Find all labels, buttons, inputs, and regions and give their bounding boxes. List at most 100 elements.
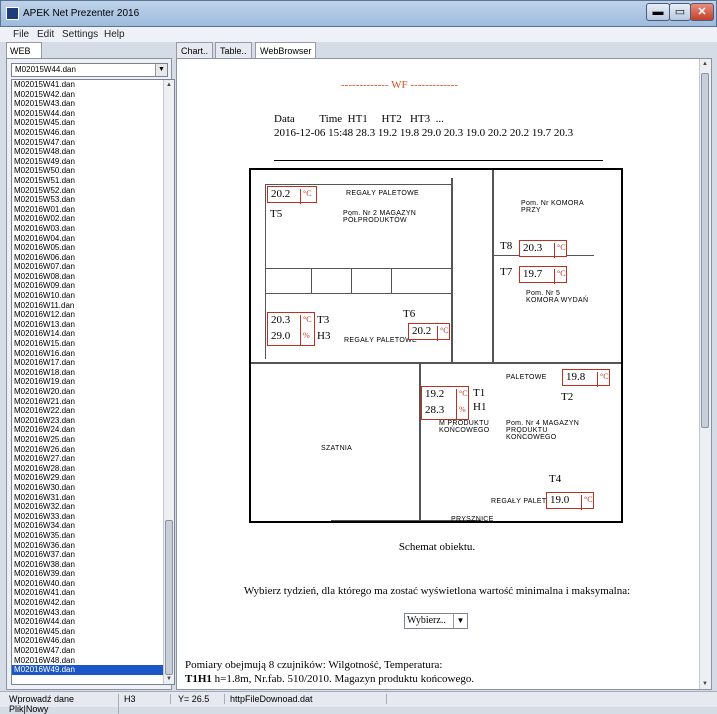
file-list-item[interactable]: M02016W24.dan <box>12 425 174 435</box>
label-t5: T5 <box>270 208 283 220</box>
file-list-item[interactable]: M02016W41.dan <box>12 588 174 598</box>
file-list-item[interactable]: M02016W46.dan <box>12 636 174 646</box>
file-list-item[interactable]: M02015W51.dan <box>12 176 174 186</box>
file-list[interactable]: M02015W41.dan M02015W42.dan M02015W43.dan M… <box>11 79 175 685</box>
menu-file[interactable]: File <box>13 29 29 40</box>
chevron-down-icon[interactable]: ▼ <box>453 614 467 628</box>
file-list-item[interactable]: M02016W05.dan <box>12 243 174 253</box>
data-values: 2016-12-06 15:48 28.3 19.2 19.8 29.0 20.… <box>274 127 574 139</box>
scroll-down-icon[interactable]: ▼ <box>700 679 710 689</box>
browser-scrollbar[interactable]: ▲ ▼ <box>699 59 711 689</box>
file-list-item[interactable]: M02016W23.dan <box>12 416 174 426</box>
file-list-item[interactable]: M02015W53.dan <box>12 195 174 205</box>
file-list-item[interactable]: M02015W44.dan <box>12 109 174 119</box>
file-list-item[interactable]: M02016W17.dan <box>12 358 174 368</box>
wall <box>351 268 352 293</box>
file-list-item[interactable]: M02016W35.dan <box>12 531 174 541</box>
file-list-item[interactable]: M02016W09.dan <box>12 281 174 291</box>
file-list-item[interactable]: M02016W29.dan <box>12 473 174 483</box>
sensor-t8: 20.3 °C <box>519 240 567 258</box>
week-select[interactable]: Wybierz.. ▼ <box>404 613 468 629</box>
file-list-item[interactable]: M02015W41.dan <box>12 80 174 90</box>
file-list-item[interactable]: M02016W45.dan <box>12 627 174 637</box>
file-list-item[interactable]: M02016W27.dan <box>12 454 174 464</box>
maximize-button[interactable]: ▭ <box>669 3 691 21</box>
file-list-item[interactable]: M02016W20.dan <box>12 387 174 397</box>
file-list-item[interactable]: M02016W18.dan <box>12 368 174 378</box>
status-file: httpFileDownoad.dat <box>227 694 387 704</box>
file-list-item[interactable]: M02016W32.dan <box>12 502 174 512</box>
unit-c: °C <box>300 189 312 204</box>
file-list-item[interactable]: M02016W14.dan <box>12 329 174 339</box>
file-list-scrollbar[interactable]: ▲ ▼ <box>163 80 174 684</box>
file-list-item[interactable]: M02016W34.dan <box>12 521 174 531</box>
file-list-item[interactable]: M02016W07.dan <box>12 262 174 272</box>
tab-web[interactable]: WEB <box>6 42 42 58</box>
file-list-item[interactable]: M02016W06.dan <box>12 253 174 263</box>
file-combo[interactable]: M02015W44.dan ▼ <box>11 63 168 77</box>
page-header: ------------- WF ------------- <box>341 79 459 91</box>
room-label-mprodukt: M PRODUKTU KOŃCOWEGO <box>439 420 490 434</box>
info-line-1: Pomiary obejmują 8 czujników: Wilgotność… <box>185 659 443 671</box>
file-list-item[interactable]: M02016W40.dan <box>12 579 174 589</box>
file-list-item[interactable]: M02016W03.dan <box>12 224 174 234</box>
file-list-item[interactable]: M02015W49.dan <box>12 157 174 167</box>
file-list-item[interactable]: M02016W02.dan <box>12 214 174 224</box>
file-list-item[interactable]: M02016W19.dan <box>12 377 174 387</box>
file-list-item[interactable]: M02016W47.dan <box>12 646 174 656</box>
file-list-item[interactable]: M02015W47.dan <box>12 138 174 148</box>
file-list-item[interactable]: M02016W21.dan <box>12 397 174 407</box>
file-list-item[interactable]: M02016W37.dan <box>12 550 174 560</box>
file-list-item[interactable]: M02015W43.dan <box>12 99 174 109</box>
file-list-item[interactable]: M02015W52.dan <box>12 186 174 196</box>
scroll-down-icon[interactable]: ▼ <box>164 674 174 684</box>
file-list-item[interactable]: M02016W44.dan <box>12 617 174 627</box>
chevron-down-icon[interactable]: ▼ <box>155 64 167 76</box>
file-list-item[interactable]: M02016W38.dan <box>12 560 174 570</box>
scroll-thumb[interactable] <box>165 520 173 675</box>
file-list-item[interactable]: M02016W16.dan <box>12 349 174 359</box>
file-list-item[interactable]: M02016W30.dan <box>12 483 174 493</box>
scroll-up-icon[interactable]: ▲ <box>700 59 710 69</box>
file-list-item[interactable]: M02015W48.dan <box>12 147 174 157</box>
file-list-item[interactable]: M02015W46.dan <box>12 128 174 138</box>
file-list-item[interactable]: M02016W12.dan <box>12 310 174 320</box>
close-button[interactable]: ✕ <box>690 3 714 21</box>
file-list-item[interactable]: M02015W50.dan <box>12 166 174 176</box>
unit-c: °C <box>300 315 312 331</box>
file-list-item[interactable]: M02016W28.dan <box>12 464 174 474</box>
file-list-item[interactable]: M02016W10.dan <box>12 291 174 301</box>
file-list-item[interactable]: M02016W26.dan <box>12 445 174 455</box>
menu-settings[interactable]: Settings <box>62 29 98 40</box>
file-list-item[interactable]: M02016W04.dan <box>12 234 174 244</box>
minimize-button[interactable]: ▬ <box>646 3 670 21</box>
scroll-up-icon[interactable]: ▲ <box>164 80 174 90</box>
menu-help[interactable]: Help <box>104 29 125 40</box>
wall <box>265 184 451 185</box>
file-list-item[interactable]: M02015W42.dan <box>12 90 174 100</box>
tab-table[interactable]: Table.. <box>215 42 252 58</box>
menu-bar: File Edit Settings Help <box>0 27 717 42</box>
file-list-item[interactable]: M02016W42.dan <box>12 598 174 608</box>
tab-webbrowser[interactable]: WebBrowser <box>255 42 317 58</box>
file-list-item[interactable]: M02016W39.dan <box>12 569 174 579</box>
left-panel: M02015W44.dan ▼ M02015W41.dan M02015W42.d… <box>6 58 175 690</box>
file-list-item[interactable]: M02016W22.dan <box>12 406 174 416</box>
file-list-item[interactable]: M02016W49.dan <box>12 665 174 675</box>
file-list-item[interactable]: M02016W43.dan <box>12 608 174 618</box>
file-list-item[interactable]: M02016W33.dan <box>12 512 174 522</box>
file-list-item[interactable]: M02016W36.dan <box>12 541 174 551</box>
file-list-item[interactable]: M02015W45.dan <box>12 118 174 128</box>
tab-chart[interactable]: Chart.. <box>176 42 214 58</box>
scroll-thumb[interactable] <box>701 73 709 428</box>
file-list-item[interactable]: M02016W08.dan <box>12 272 174 282</box>
file-list-item[interactable]: M02016W25.dan <box>12 435 174 445</box>
file-list-item[interactable]: M02016W01.dan <box>12 205 174 215</box>
file-list-item[interactable]: M02016W11.dan <box>12 301 174 311</box>
menu-edit[interactable]: Edit <box>37 29 54 40</box>
file-list-item[interactable]: M02016W31.dan <box>12 493 174 503</box>
file-list-item[interactable]: M02016W13.dan <box>12 320 174 330</box>
file-list-item[interactable]: M02016W15.dan <box>12 339 174 349</box>
label-t7: T7 <box>500 266 513 278</box>
file-list-item[interactable]: M02016W48.dan <box>12 656 174 666</box>
